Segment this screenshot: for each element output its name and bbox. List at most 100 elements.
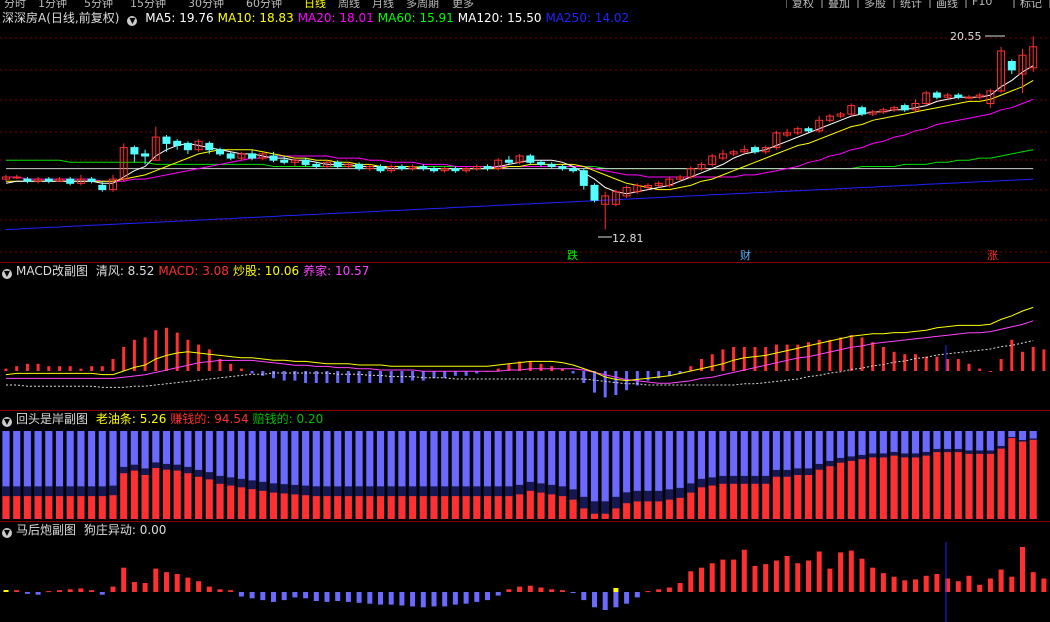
kline-panel[interactable]: 深深房A(日线,前复权) ▼ MA5: 19.76 MA10: 18.83 MA20:… xyxy=(0,8,1050,262)
huitou-red-bar xyxy=(751,483,759,519)
toolbar-item-9[interactable]: 多周期 xyxy=(406,0,439,8)
huitou-blue-bar xyxy=(484,431,491,487)
huitou-red-bar xyxy=(280,493,288,519)
huitou-title[interactable]: 回头是岸副图 xyxy=(16,412,88,426)
toolbar-item-8[interactable]: 月线 xyxy=(372,0,394,8)
macd-bar xyxy=(635,371,639,386)
huitou-red-bar xyxy=(141,475,149,519)
huitou-blue-bar xyxy=(1008,431,1016,437)
mahou-bar xyxy=(773,560,779,592)
toolbar-item-1[interactable]: 1分钟 xyxy=(38,0,67,8)
mahou-panel[interactable]: ▼ 马后炮副图 狗庄异动: 0.00 xyxy=(0,522,1050,622)
toolbar-item-10[interactable]: 更多 xyxy=(452,0,474,8)
candle-body xyxy=(226,153,235,159)
macd-bar xyxy=(154,330,158,371)
toolbar-right-item-0[interactable]: 标记 xyxy=(1020,0,1042,8)
huitou-red-bar xyxy=(869,457,877,519)
huitou-red-bar xyxy=(944,452,952,519)
toolbar-right-item-6[interactable]: 复权 xyxy=(792,0,814,8)
mahou-bar xyxy=(870,567,876,592)
huitou-blue-bar xyxy=(366,431,374,487)
macd-bar xyxy=(1021,351,1024,371)
mahou-bar xyxy=(131,582,137,592)
huitou-red-bar xyxy=(837,462,845,519)
toolbar-right-item-1[interactable]: F10 xyxy=(972,0,992,8)
huitou-chart[interactable] xyxy=(0,411,1050,521)
macd-bar xyxy=(229,363,233,371)
macd-bar xyxy=(892,351,896,371)
huitou-red-bar xyxy=(644,501,652,519)
macd-bar xyxy=(207,349,211,371)
chevron-down-icon[interactable]: ▼ xyxy=(2,417,12,427)
macd-bar xyxy=(935,356,939,371)
huitou-blue-bar xyxy=(173,431,181,465)
mahou-bar xyxy=(645,591,651,593)
mahou-bar xyxy=(741,549,747,592)
macd-chart[interactable] xyxy=(0,263,1050,410)
toolbar-right-item-3[interactable]: 统计 xyxy=(900,0,922,8)
huitou-blue-bar xyxy=(494,431,502,487)
toolbar-right-item-2[interactable]: 画线 xyxy=(936,0,958,8)
toolbar-item-5[interactable]: 60分钟 xyxy=(246,0,282,8)
huitou-panel[interactable]: ▼ 回头是岸副图 老油条: 5.26 赚钱的: 94.54 赔钱的: 0.20 xyxy=(0,411,1050,521)
toolbar-item-0[interactable]: 分时 xyxy=(4,0,26,8)
candle-body xyxy=(355,163,364,170)
huitou-blue-bar xyxy=(130,431,138,465)
huitou-blue-bar xyxy=(655,431,663,491)
kline-chart[interactable] xyxy=(0,8,1050,262)
huitou-blue-bar xyxy=(77,431,85,487)
huitou-blue-bar xyxy=(259,431,267,482)
mahou-bar xyxy=(67,589,73,592)
huitou-red-bar xyxy=(912,457,919,519)
huitou-blue-bar xyxy=(730,431,738,476)
toolbar-right-item-4[interactable]: 多股 xyxy=(864,0,886,8)
macd-bar xyxy=(871,342,875,371)
macd-bar xyxy=(186,339,190,371)
mahou-chart[interactable] xyxy=(0,522,1050,622)
huitou-red-bar xyxy=(430,496,438,519)
huitou-blue-bar xyxy=(237,431,245,479)
mahou-bar xyxy=(463,592,469,604)
toolbar-right-item-5[interactable]: 叠加 xyxy=(828,0,850,8)
candle-body xyxy=(858,107,866,115)
macd-bar xyxy=(839,337,843,371)
toolbar-item-2[interactable]: 5分钟 xyxy=(84,0,113,8)
macd-bar xyxy=(742,347,746,371)
huitou-blue-bar xyxy=(912,431,919,454)
mahou-bar xyxy=(506,589,512,592)
huitou-blue-bar xyxy=(270,431,277,484)
huitou-blue-bar xyxy=(644,431,652,491)
macd-bar xyxy=(956,359,960,371)
toolbar-item-4[interactable]: 30分钟 xyxy=(188,0,224,8)
huitou-red-bar xyxy=(762,483,770,519)
huitou-blue-bar xyxy=(66,431,74,487)
candle-body xyxy=(205,142,214,151)
huitou-red-bar xyxy=(248,489,256,519)
huitou-red-bar xyxy=(783,476,791,519)
macd-bar xyxy=(15,366,19,371)
candle-body xyxy=(12,176,21,179)
mahou-bar xyxy=(474,592,480,602)
mahou-bar xyxy=(442,592,448,607)
toolbar-item-6[interactable]: 日线 xyxy=(304,0,326,8)
mahou-bar xyxy=(142,583,148,592)
macd-bar xyxy=(978,368,982,371)
macd-bar xyxy=(58,366,61,371)
huitou-red-bar xyxy=(2,496,10,519)
candle-body xyxy=(173,140,182,147)
huitou-blue-bar xyxy=(708,431,716,478)
mahou-bar xyxy=(902,580,908,592)
huitou-blue-bar xyxy=(633,431,641,491)
huitou-red-bar xyxy=(270,492,277,519)
mahou-bar xyxy=(238,592,244,597)
toolbar-item-3[interactable]: 15分钟 xyxy=(130,0,166,8)
macd-bar xyxy=(132,339,136,371)
huitou-blue-bar xyxy=(526,431,534,482)
macd-bar xyxy=(346,371,350,383)
huitou-blue-bar xyxy=(377,431,384,487)
huitou-red-bar xyxy=(879,457,887,519)
macd-panel[interactable]: ▼ MACD改副图 清风: 8.52 MACD: 3.08 炒股: 10.06 养家: … xyxy=(0,263,1050,410)
low-price-label: 12.81 xyxy=(612,232,644,245)
toolbar-item-7[interactable]: 周线 xyxy=(338,0,360,8)
mahou-bar xyxy=(720,559,726,592)
